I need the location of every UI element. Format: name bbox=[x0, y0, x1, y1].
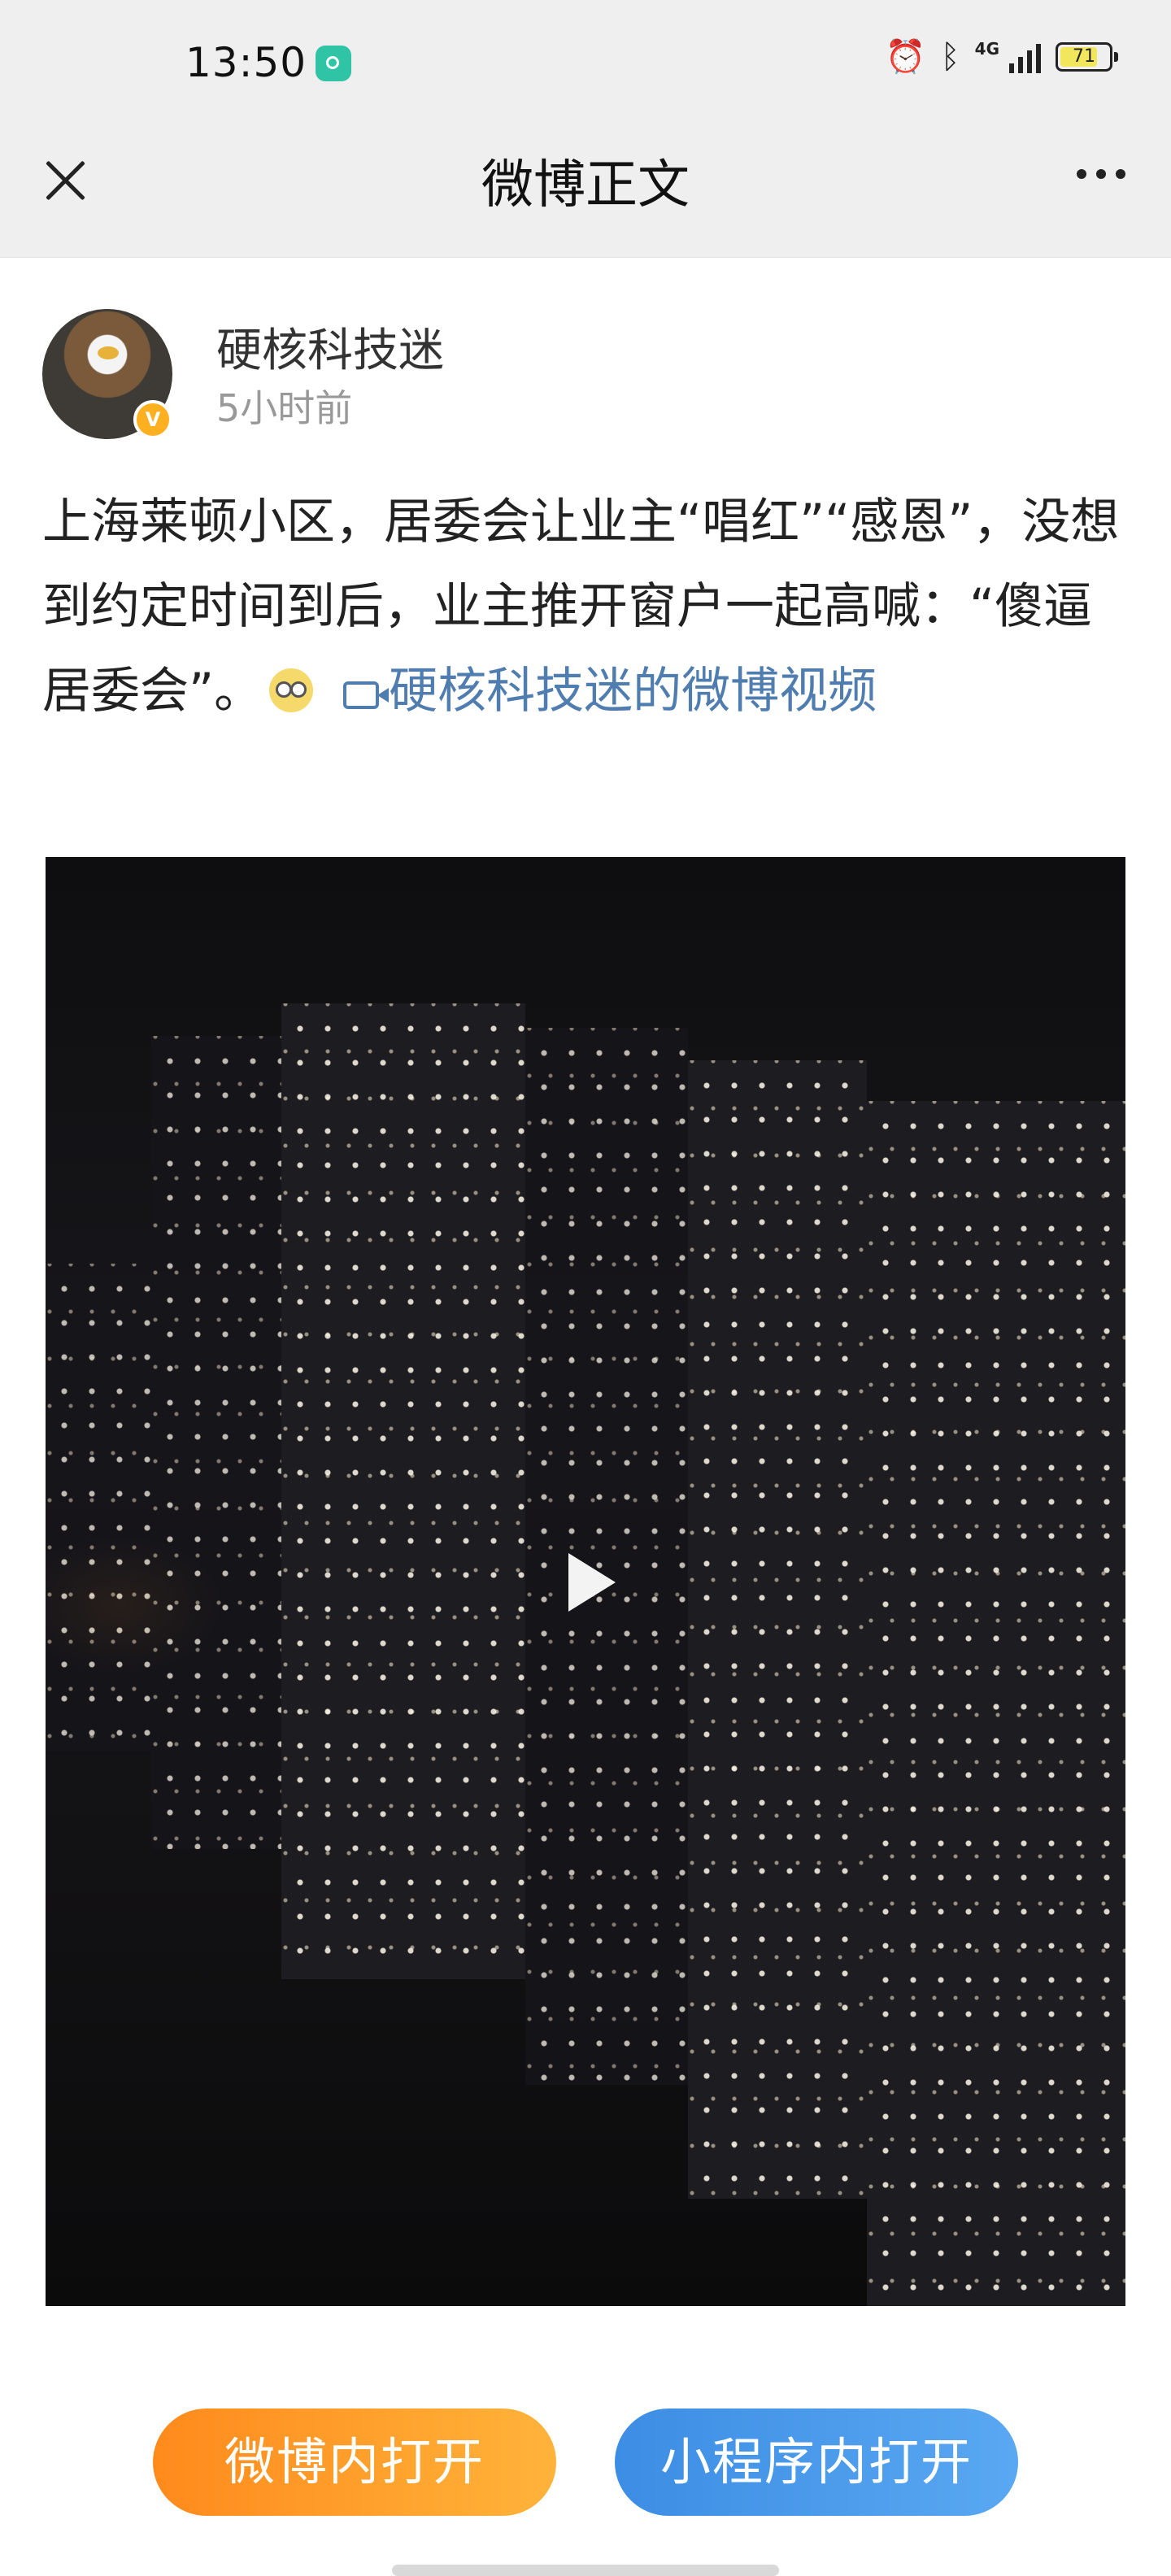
verified-badge-icon: V bbox=[133, 400, 172, 439]
post-text: 上海莱顿小区，居委会让业主“唱红”“感恩”，没想到约定时间到后，业主推开窗户一起… bbox=[42, 480, 1132, 733]
video-frame-building bbox=[867, 1101, 1125, 2306]
open-in-weibo-button[interactable]: 微博内打开 bbox=[153, 2408, 556, 2516]
video-frame-building bbox=[688, 1060, 867, 2199]
author-name[interactable]: 硬核科技迷 bbox=[216, 314, 444, 380]
battery-level: 71 bbox=[1073, 46, 1095, 67]
home-indicator[interactable] bbox=[392, 2565, 779, 2576]
signal-icon bbox=[1009, 41, 1041, 73]
author-header: V 硬核科技迷 5小时前 bbox=[42, 309, 1099, 439]
video-frame-building bbox=[46, 1264, 151, 1751]
video-link-label: 硬核科技迷的微博视频 bbox=[389, 663, 877, 720]
battery-icon: 71 bbox=[1056, 42, 1118, 72]
open-in-miniprogram-button[interactable]: 小程序内打开 bbox=[615, 2408, 1018, 2516]
video-frame-building bbox=[281, 1003, 525, 1979]
bluetooth-icon: ᛒ bbox=[940, 38, 960, 76]
status-time: 13:50 bbox=[185, 39, 307, 86]
app-notification-icon bbox=[316, 46, 351, 81]
video-link[interactable]: 硬核科技迷的微博视频 bbox=[335, 663, 877, 720]
status-icons: ⏰ ᛒ 4G 71 bbox=[885, 38, 1118, 76]
post-time: 5小时前 bbox=[216, 386, 353, 430]
network-type: 4G bbox=[974, 39, 999, 59]
nav-bar: 微博正文 bbox=[0, 130, 1171, 258]
more-icon[interactable] bbox=[1077, 169, 1125, 179]
video-frame-building bbox=[151, 1036, 281, 1849]
video-player[interactable] bbox=[46, 857, 1125, 2306]
status-bar: 13:50 ⏰ ᛒ 4G 71 bbox=[0, 0, 1171, 130]
sly-emoji-icon bbox=[269, 668, 314, 712]
page-title: 微博正文 bbox=[481, 155, 690, 215]
alarm-icon: ⏰ bbox=[885, 38, 926, 76]
play-icon[interactable] bbox=[568, 1553, 616, 1612]
video-camera-icon bbox=[343, 681, 390, 709]
